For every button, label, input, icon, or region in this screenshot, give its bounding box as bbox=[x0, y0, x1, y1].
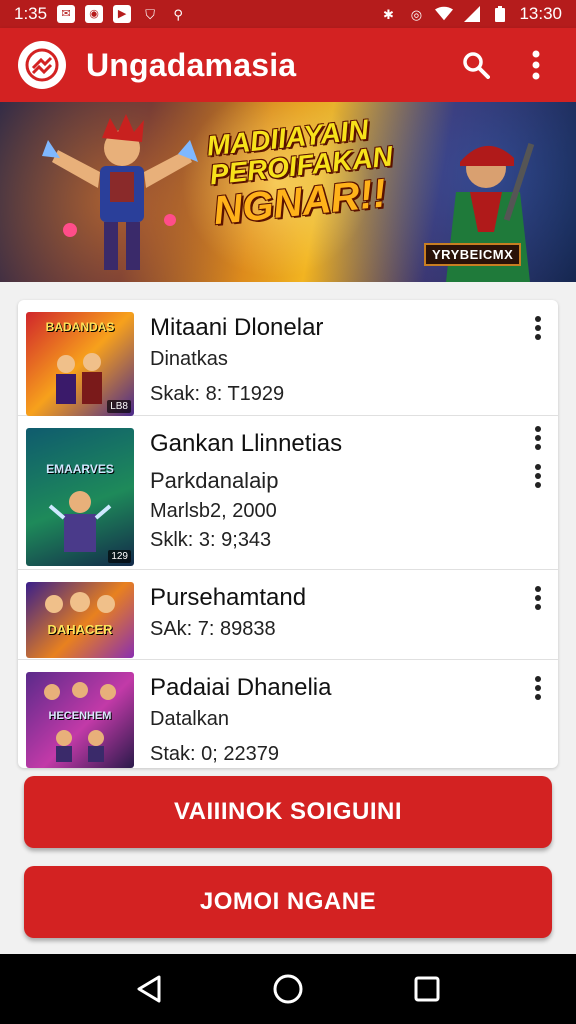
promo-banner[interactable]: MADIIAYAIN PEROIFAKAN NGNAR!! YRYBEICMX bbox=[0, 102, 576, 282]
item-text: Mitaani Dlonelar Dinatkas Skak: 8: T1929 bbox=[150, 312, 550, 405]
item-meta: Stak: 0; 22379 bbox=[150, 743, 279, 765]
list-item[interactable]: DAHACER Pursehamtand SAk: 7: 89838 bbox=[18, 570, 558, 660]
item-subtitle: Datalkan bbox=[150, 708, 229, 730]
play-icon: ▶ bbox=[113, 5, 132, 23]
signal-icon bbox=[463, 5, 481, 23]
item-text: Padaiai Dhanelia Datalkan Stak: 0; 22379 bbox=[150, 672, 550, 765]
app-title: Ungadamasia bbox=[86, 46, 297, 83]
item-more-icon-secondary[interactable] bbox=[524, 462, 552, 490]
recents-icon[interactable] bbox=[403, 965, 451, 1013]
thumbnail-title: DAHACER bbox=[47, 622, 113, 637]
item-meta: Skak: 8: T1929 bbox=[150, 383, 285, 405]
thumbnail-characters-icon bbox=[48, 491, 112, 552]
bluetooth-icon: ✱ bbox=[383, 6, 394, 22]
secondary-action-button[interactable]: JOMOI NGANE bbox=[24, 866, 552, 938]
banner-headline: MADIIAYAIN PEROIFAKAN NGNAR!! bbox=[205, 109, 434, 233]
app-logo-icon[interactable] bbox=[18, 41, 66, 89]
primary-action-button[interactable]: VAIIINOK SOIGUINI bbox=[24, 776, 552, 848]
game-thumbnail: HECENHEM bbox=[26, 672, 134, 768]
item-more-icon[interactable] bbox=[524, 314, 552, 342]
mail-icon: ✉ bbox=[57, 5, 76, 23]
game-thumbnail: DAHACER bbox=[26, 582, 134, 658]
item-meta: SAk: 7: 89838 bbox=[150, 618, 276, 640]
status-bar: 1:35 ✉ ◉ ▶ ⛉ ⚲ ✱ ◎ 13:30 bbox=[0, 0, 576, 28]
item-date: Marlsb2, 2000 bbox=[150, 500, 277, 522]
item-meta: Sklk: 3: 9;343 bbox=[150, 529, 272, 551]
home-icon[interactable] bbox=[264, 965, 312, 1013]
status-right: ✱ ◎ 13:30 bbox=[379, 4, 562, 24]
hero-character-left bbox=[42, 114, 198, 270]
banner-tag: YRYBEICMX bbox=[424, 243, 522, 266]
search-icon[interactable] bbox=[454, 43, 498, 87]
thumbnail-characters-icon bbox=[56, 353, 102, 404]
thumbnail-title: BADANDAS bbox=[45, 320, 115, 334]
battery-icon bbox=[491, 5, 509, 23]
status-left: 1:35 ✉ ◉ ▶ ⛉ ⚲ bbox=[14, 4, 187, 24]
thumbnail-characters-icon bbox=[45, 592, 115, 613]
list-item[interactable]: BADANDAS LB8 Mitaani Dlonelar Dinatkas S… bbox=[18, 300, 558, 416]
more-vert-icon[interactable] bbox=[514, 43, 558, 87]
item-subtitle: Dinatkas bbox=[150, 348, 228, 370]
item-text: Gankan Llinnetias Parkdanalaip Marlsb2, … bbox=[150, 428, 550, 559]
status-time-left: 1:35 bbox=[14, 4, 48, 23]
item-title: Pursehamtand bbox=[150, 584, 307, 611]
thumbnail-badge: 129 bbox=[108, 550, 131, 563]
item-title: Gankan Llinnetias bbox=[150, 430, 343, 457]
game-thumbnail: BADANDAS LB8 bbox=[26, 312, 134, 416]
vibrate-icon: ◎ bbox=[410, 6, 423, 22]
system-nav-bar bbox=[0, 954, 576, 1024]
item-title: Padaiai Dhanelia bbox=[150, 674, 332, 701]
game-thumbnail: EMAARVES 129 bbox=[26, 428, 134, 566]
list-item[interactable]: EMAARVES 129 Gankan Llinnetias Parkdanal… bbox=[18, 416, 558, 570]
thumbnail-badge: LB8 bbox=[107, 400, 131, 413]
thumbnail-characters-icon bbox=[44, 682, 116, 762]
item-more-icon[interactable] bbox=[524, 584, 552, 612]
list-item[interactable]: HECENHEM Padaiai Dhanelia Datalkan Stak:… bbox=[18, 660, 558, 768]
status-time-right: 13:30 bbox=[519, 4, 562, 23]
item-subtitle: Parkdanalaip bbox=[150, 468, 279, 493]
item-text: Pursehamtand SAk: 7: 89838 bbox=[150, 582, 550, 649]
usb-icon: ⚲ bbox=[173, 6, 183, 22]
shield-icon: ⛉ bbox=[145, 6, 155, 22]
back-icon[interactable] bbox=[125, 965, 173, 1013]
thumbnail-title: EMAARVES bbox=[46, 462, 114, 476]
item-title: Mitaani Dlonelar bbox=[150, 314, 324, 341]
camera-icon: ◉ bbox=[85, 5, 104, 23]
wifi-icon bbox=[435, 5, 454, 23]
item-more-icon[interactable] bbox=[524, 424, 552, 452]
item-more-icon[interactable] bbox=[524, 674, 552, 702]
app-bar: Ungadamasia bbox=[0, 28, 576, 102]
game-list: BADANDAS LB8 Mitaani Dlonelar Dinatkas S… bbox=[18, 300, 558, 768]
